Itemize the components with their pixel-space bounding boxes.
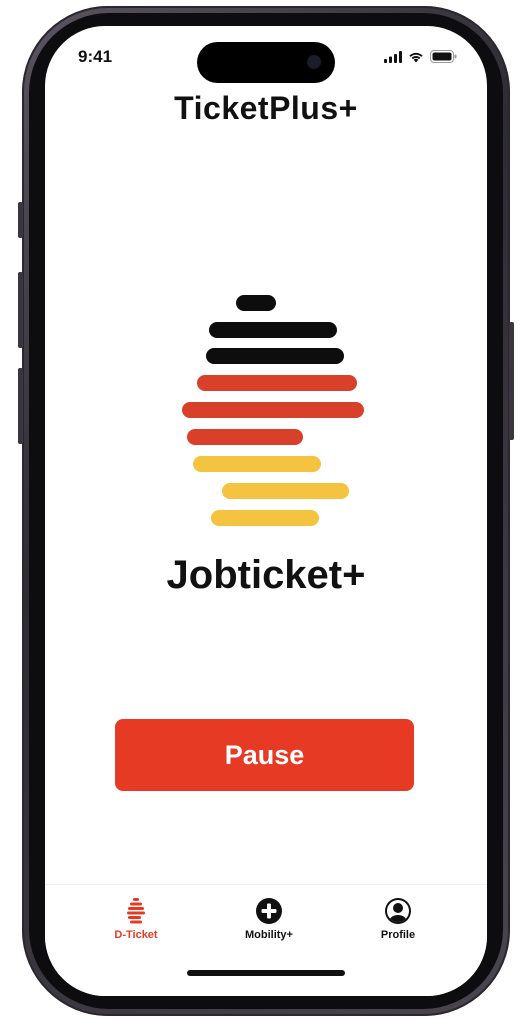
tab-mobility-plus[interactable]: Mobility+ [214,897,324,941]
logo-stripe-black-3 [206,348,344,364]
plus-circle-icon [256,898,282,924]
profile-icon [385,898,411,924]
tab-d-ticket[interactable]: D-Ticket [81,897,191,941]
logo-stripe-red-2 [182,402,364,418]
tab-label-profile: Profile [380,929,416,941]
home-indicator[interactable] [187,970,345,976]
logo-stripe-red-3 [187,429,303,445]
d-ticket-stripes-icon [127,898,145,924]
tab-label-d-ticket: D-Ticket [114,929,158,941]
logo-stripe-gold-1 [193,456,321,472]
volume-up-button [18,272,23,348]
logo-stripe-gold-3 [211,510,319,526]
product-name: Jobticket+ [166,553,366,597]
tab-profile[interactable]: Profile [343,897,453,941]
app-screen: 9:41 TicketPlus+ Jobticket+ Pause D-Tick… [45,26,487,996]
logo-stripe-black-1 [236,295,276,311]
germany-stripes-logo-icon [45,26,487,546]
pause-button[interactable]: Pause [115,719,414,791]
volume-down-button [18,368,23,444]
action-button [18,202,23,238]
tab-label-mobility-plus: Mobility+ [245,929,293,941]
tab-bar: D-Ticket Mobility+ Profile [45,884,487,996]
logo-stripe-black-2 [209,322,337,338]
logo-stripe-gold-2 [222,483,349,499]
logo-stripe-red-1 [197,375,357,391]
power-button [509,322,514,440]
